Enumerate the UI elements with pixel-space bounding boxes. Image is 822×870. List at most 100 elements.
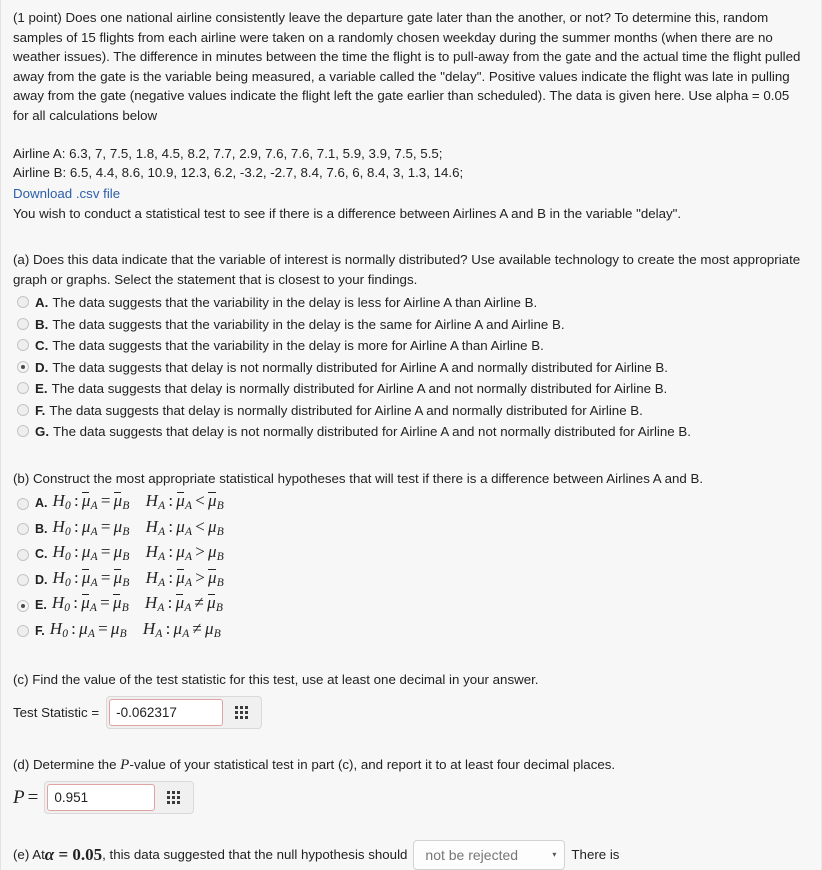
- option-letter: B.: [35, 521, 48, 536]
- radio-button[interactable]: [17, 296, 29, 309]
- null-hypothesis-symbol: H0: [52, 567, 71, 589]
- problem-statement: (1 point) Does one national airline cons…: [13, 10, 801, 123]
- part-a-question: (a) Does this data indicate that the var…: [13, 251, 801, 287]
- radio-button[interactable]: [17, 599, 29, 612]
- part-b-option-c[interactable]: C. H0: μA = μB HA: μA > μB: [13, 542, 807, 568]
- radio-button[interactable]: [17, 317, 29, 330]
- part-b-option-d[interactable]: D. H0: μA = μB HA: μA > μB: [13, 568, 807, 594]
- subscript: 0: [64, 500, 71, 513]
- subscript: B: [216, 576, 224, 589]
- colon: :: [73, 593, 79, 613]
- option-letter: F.: [35, 623, 45, 638]
- decision-dropdown[interactable]: not be rejected ▾: [413, 840, 566, 870]
- mu-symbol: μA: [79, 618, 96, 640]
- option-content: D. The data suggests that delay is not no…: [35, 358, 668, 378]
- radio-button[interactable]: [17, 403, 29, 416]
- part-a-option-b[interactable]: B. The data suggests that the variability…: [13, 314, 807, 336]
- download-csv-link[interactable]: Download .csv file: [13, 184, 120, 204]
- subscript: B: [216, 551, 224, 564]
- subscript: A: [158, 576, 166, 589]
- part-d-question-post: -value of your statistical test in part …: [129, 756, 616, 772]
- option-label: The data suggests that delay is not norm…: [52, 359, 668, 375]
- mu-bar-symbol: μA: [175, 593, 192, 615]
- option-letter: E.: [35, 381, 48, 397]
- option-label: The data suggests that delay is normally…: [49, 402, 643, 418]
- part-a-option-a[interactable]: A. The data suggests that the variability…: [13, 292, 807, 314]
- part-b-option-e[interactable]: E. H0: μA = μB HA: μA ≠ μB: [13, 593, 807, 619]
- relation-operator: <: [195, 516, 206, 536]
- subscript: B: [216, 525, 224, 538]
- part-b-option-f[interactable]: F. H0: μA = μB HA: μA ≠ μB: [13, 619, 807, 645]
- option-label: The data suggests that delay is not norm…: [53, 424, 691, 440]
- part-a-option-c[interactable]: C. The data suggests that the variability…: [13, 335, 807, 357]
- subscript: A: [157, 602, 165, 615]
- part-a-option-e[interactable]: E. The data suggests that delay is normal…: [13, 378, 807, 400]
- subscript: 0: [64, 602, 71, 615]
- option-letter: B.: [35, 316, 49, 332]
- option-letter: A.: [35, 295, 49, 311]
- calculator-icon-button[interactable]: [223, 699, 259, 726]
- alt-hypothesis-symbol: HA: [142, 618, 163, 640]
- subscript: B: [213, 627, 221, 640]
- radio-button[interactable]: [17, 574, 29, 587]
- hypothesis-expression: H0: μA = μB HA: μA ≠ μB: [50, 619, 221, 645]
- mu-bar-symbol: μB: [208, 567, 224, 589]
- subscript: A: [185, 576, 193, 589]
- part-b-question: (b) Construct the most appropriate stati…: [13, 470, 704, 486]
- option-letter: C.: [35, 547, 48, 562]
- part-b-option-a[interactable]: A. H0: μA = μB HA: μA < μB: [13, 491, 807, 517]
- radio-button[interactable]: [17, 425, 29, 438]
- subscript: A: [87, 627, 96, 640]
- calculator-icon-button-p[interactable]: [155, 784, 191, 811]
- subscript: A: [90, 551, 98, 564]
- mu-symbol: μA: [176, 542, 193, 564]
- option-letter: F.: [35, 402, 46, 418]
- part-e-prefix: (e) At: [13, 847, 45, 863]
- part-b-option-list: A. H0: μA = μB HA: μA < μB B. H0: μA = μB HA: μA < μB C. H0…: [13, 491, 807, 644]
- option-label: The data suggests that delay is normally…: [51, 381, 668, 397]
- subscript: A: [185, 551, 193, 564]
- mu-symbol: μB: [208, 516, 224, 538]
- part-a-option-g[interactable]: G. The data suggests that delay is not no…: [13, 421, 807, 443]
- part-a: (a) Does this data indicate that the var…: [13, 250, 807, 443]
- p-value-input[interactable]: [47, 784, 156, 812]
- option-content: G. The data suggests that delay is not no…: [35, 422, 691, 442]
- option-content: B. The data suggests that the variability…: [35, 315, 565, 335]
- alt-hypothesis-symbol: HA: [144, 593, 165, 615]
- mu-bar-symbol: μB: [207, 593, 224, 615]
- null-hypothesis-symbol: H0: [52, 516, 71, 538]
- radio-button[interactable]: [17, 360, 29, 373]
- mu-bar-symbol: μB: [113, 491, 130, 513]
- part-a-option-f[interactable]: F. The data suggests that delay is normal…: [13, 400, 807, 422]
- test-statistic-input-wrap: [106, 695, 263, 729]
- mu-bar-symbol: μB: [208, 491, 224, 513]
- radio-button[interactable]: [17, 548, 29, 561]
- part-c-answer-row: Test Statistic =: [13, 695, 807, 729]
- relation-operator: ≠: [194, 593, 205, 613]
- colon: :: [168, 567, 174, 587]
- radio-button[interactable]: [17, 523, 29, 536]
- relation-operator: <: [195, 491, 206, 511]
- radio-button[interactable]: [17, 339, 29, 352]
- colon: :: [168, 491, 174, 511]
- subscript: B: [122, 576, 130, 589]
- part-a-option-d[interactable]: D. The data suggests that delay is not no…: [13, 357, 807, 379]
- part-a-option-list: A. The data suggests that the variability…: [13, 292, 807, 443]
- test-statistic-label: Test Statistic =: [13, 704, 100, 720]
- radio-button[interactable]: [17, 497, 29, 510]
- test-statistic-input[interactable]: [109, 698, 224, 726]
- p-value-input-wrap: [44, 781, 195, 815]
- problem-page: (1 point) Does one national airline cons…: [0, 0, 822, 870]
- subscript: A: [158, 551, 166, 564]
- alpha-equals: =: [58, 845, 69, 865]
- part-b-option-b[interactable]: B. H0: μA = μB HA: μA < μB: [13, 517, 807, 543]
- null-hypothesis-symbol: H0: [51, 593, 71, 615]
- subscript: 0: [64, 551, 71, 564]
- alpha-symbol: α: [44, 845, 55, 865]
- radio-button[interactable]: [17, 382, 29, 395]
- subscript: B: [215, 602, 224, 615]
- hypothesis-expression: H0: μA = μB HA: μA < μB: [53, 491, 225, 517]
- radio-button[interactable]: [17, 625, 29, 638]
- mu-symbol: μA: [81, 542, 98, 564]
- part-e-line-1: (e) At α = 0.05 , this data suggested th…: [13, 840, 807, 870]
